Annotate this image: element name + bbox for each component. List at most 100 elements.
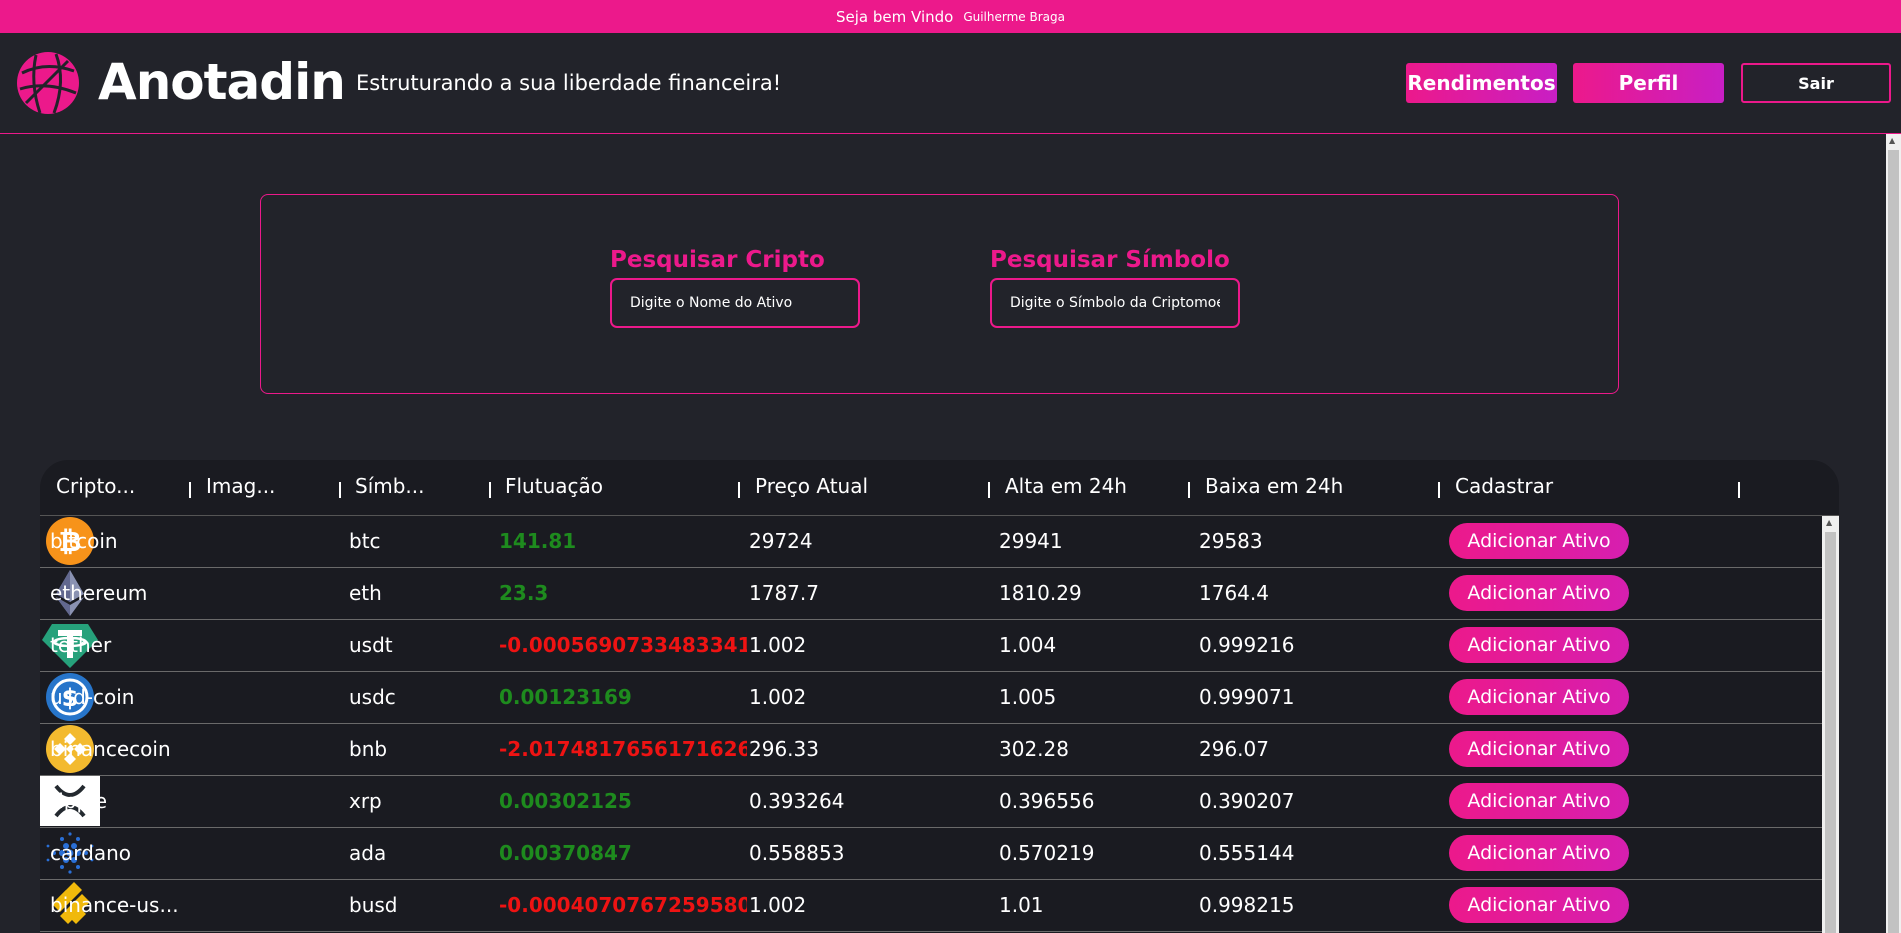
search-crypto-label: Pesquisar Cripto [610, 247, 825, 273]
crypto-change: 0.00302125 [499, 789, 632, 813]
crypto-high: 1810.29 [999, 581, 1082, 605]
table-row: tether usdt -0.00056907334833411 1.002 1… [40, 620, 1822, 672]
crypto-price: 0.393264 [749, 789, 845, 813]
search-symbol-label: Pesquisar Símbolo [990, 247, 1230, 273]
brand-name: Anotadin [98, 53, 346, 111]
crypto-table: Cripto... Imag... Símb... Flutuação Preç… [40, 460, 1839, 933]
crypto-name: binance-us... [50, 893, 179, 917]
crypto-price: 29724 [749, 529, 813, 553]
user-name: Guilherme Braga [963, 9, 1065, 24]
page-scrollbar[interactable]: ▲ [1886, 134, 1901, 933]
column-resizer[interactable] [189, 482, 191, 498]
crypto-symbol: btc [349, 529, 381, 553]
add-asset-button[interactable]: Adicionar Ativo [1449, 835, 1629, 871]
crypto-low: 29583 [1199, 529, 1263, 553]
crypto-symbol: usdt [349, 633, 393, 657]
crypto-name: bitcoin [50, 529, 118, 553]
header-imagem[interactable]: Imag... [206, 474, 275, 498]
table-row: usd-coin $ usdc 0.00123169 1.002 1.005 0… [40, 672, 1822, 724]
search-symbol-input[interactable] [990, 278, 1240, 328]
crypto-name: ripple [50, 789, 108, 813]
crypto-name: ethereum [50, 581, 148, 605]
crypto-symbol: busd [349, 893, 398, 917]
table-row: ethereum eth 23.3 1787.7 1810.29 1764.4 … [40, 568, 1822, 620]
search-crypto-input[interactable] [610, 278, 860, 328]
perfil-button[interactable]: Perfil [1573, 63, 1724, 103]
header-simbolo[interactable]: Símb... [355, 474, 425, 498]
crypto-name: binancecoin [50, 737, 171, 761]
crypto-high: 0.570219 [999, 841, 1095, 865]
crypto-price: 1.002 [749, 633, 807, 657]
table-body: bitcoin ₿ btc 141.81 29724 29941 29583 A… [40, 516, 1822, 933]
crypto-name: tether [50, 633, 112, 657]
crypto-low: 0.555144 [1199, 841, 1295, 865]
table-scrollbar-thumb[interactable] [1825, 532, 1836, 933]
table-row: bitcoin ₿ btc 141.81 29724 29941 29583 A… [40, 516, 1822, 568]
header-baixa-24h[interactable]: Baixa em 24h [1205, 474, 1343, 498]
crypto-price: 0.558853 [749, 841, 845, 865]
crypto-price: 1.002 [749, 893, 807, 917]
table-scrollbar[interactable]: ▲ [1822, 516, 1839, 933]
header: Anotadin Estruturando a sua liberdade fi… [0, 33, 1901, 134]
crypto-high: 29941 [999, 529, 1063, 553]
scroll-up-icon[interactable]: ▲ [1889, 136, 1895, 145]
add-asset-button[interactable]: Adicionar Ativo [1449, 731, 1629, 767]
search-crypto-group: Pesquisar Cripto [610, 247, 860, 328]
crypto-change: 0.00123169 [499, 685, 632, 709]
column-resizer[interactable] [988, 482, 990, 498]
crypto-price: 1787.7 [749, 581, 819, 605]
crypto-change: -2.0174817656171626 [499, 737, 747, 761]
crypto-change: -0.00040707672595807 [499, 893, 747, 917]
column-resizer[interactable] [1738, 482, 1740, 498]
column-resizer[interactable] [1438, 482, 1440, 498]
crypto-change: 141.81 [499, 529, 577, 553]
column-resizer[interactable] [489, 482, 491, 498]
add-asset-button[interactable]: Adicionar Ativo [1449, 887, 1629, 923]
add-asset-button[interactable]: Adicionar Ativo [1449, 783, 1629, 819]
column-resizer[interactable] [339, 482, 341, 498]
crypto-name: cardano [50, 841, 131, 865]
crypto-symbol: xrp [349, 789, 382, 813]
page-scrollbar-thumb[interactable] [1888, 150, 1899, 933]
crypto-high: 302.28 [999, 737, 1069, 761]
crypto-symbol: eth [349, 581, 382, 605]
crypto-low: 1764.4 [1199, 581, 1269, 605]
crypto-low: 296.07 [1199, 737, 1269, 761]
header-alta-24h[interactable]: Alta em 24h [1005, 474, 1127, 498]
crypto-low: 0.999071 [1199, 685, 1295, 709]
crypto-price: 1.002 [749, 685, 807, 709]
sair-button[interactable]: Sair [1741, 63, 1891, 103]
logo-icon [17, 52, 79, 114]
header-cripto[interactable]: Cripto... [56, 474, 135, 498]
header-preco-atual[interactable]: Preço Atual [755, 474, 868, 498]
header-cadastrar[interactable]: Cadastrar [1455, 474, 1553, 498]
crypto-change: 23.3 [499, 581, 549, 605]
crypto-low: 0.390207 [1199, 789, 1295, 813]
tagline: Estruturando a sua liberdade financeira! [356, 71, 782, 95]
crypto-price: 296.33 [749, 737, 819, 761]
column-resizer[interactable] [1188, 482, 1190, 498]
search-symbol-group: Pesquisar Símbolo [990, 247, 1240, 328]
welcome-text: Seja bem Vindo [836, 7, 954, 26]
table-row: ripple xrp 0.00302125 0.393264 0.396556 … [40, 776, 1822, 828]
crypto-symbol: bnb [349, 737, 388, 761]
crypto-symbol: ada [349, 841, 387, 865]
crypto-high: 0.396556 [999, 789, 1095, 813]
table-row: cardano ada 0.00370847 0.558853 0.570219… [40, 828, 1822, 880]
scroll-up-icon[interactable]: ▲ [1826, 518, 1832, 527]
add-asset-button[interactable]: Adicionar Ativo [1449, 679, 1629, 715]
crypto-low: 0.998215 [1199, 893, 1295, 917]
search-panel: Pesquisar Cripto Pesquisar Símbolo [260, 194, 1619, 394]
table-header: Cripto... Imag... Símb... Flutuação Preç… [40, 460, 1839, 516]
add-asset-button[interactable]: Adicionar Ativo [1449, 575, 1629, 611]
rendimentos-button[interactable]: Rendimentos [1406, 63, 1557, 103]
crypto-change: -0.00056907334833411 [499, 633, 747, 657]
table-row: binancecoin bnb -2.0174817656171626 296.… [40, 724, 1822, 776]
column-resizer[interactable] [738, 482, 740, 498]
add-asset-button[interactable]: Adicionar Ativo [1449, 523, 1629, 559]
crypto-change: 0.00370847 [499, 841, 632, 865]
crypto-name: usd-coin [50, 685, 135, 709]
add-asset-button[interactable]: Adicionar Ativo [1449, 627, 1629, 663]
crypto-high: 1.01 [999, 893, 1044, 917]
header-flutuacao[interactable]: Flutuação [505, 474, 603, 498]
